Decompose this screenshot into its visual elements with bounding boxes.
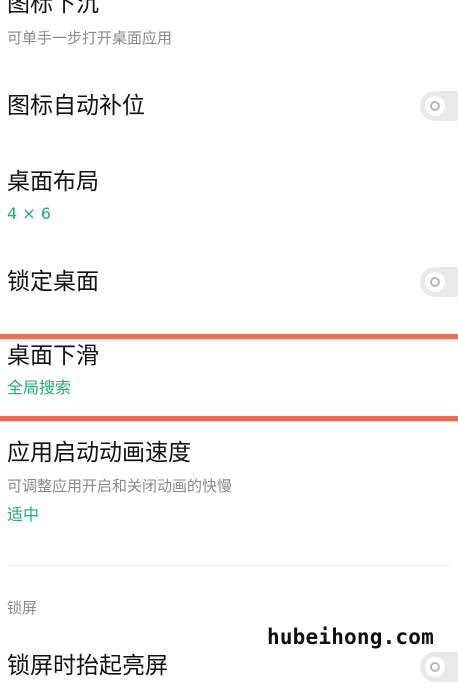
toggle-knob-icon <box>425 96 445 116</box>
setting-icon-sink[interactable]: 图标下沉 可单手一步打开桌面应用 <box>0 0 458 62</box>
setting-icon-auto-fill-toggle[interactable] <box>420 91 458 121</box>
setting-raise-to-wake-toggle[interactable] <box>420 652 458 682</box>
setting-lock-desktop-toggle[interactable] <box>420 267 458 297</box>
setting-raise-to-wake-title: 锁屏时抬起亮屏 <box>7 653 168 679</box>
setting-desktop-swipe-down-title: 桌面下滑 <box>7 343 99 369</box>
setting-desktop-layout[interactable]: 桌面布局 4 × 6 <box>0 160 458 230</box>
setting-desktop-layout-value: 4 × 6 <box>7 204 51 223</box>
highlight-top-line <box>0 334 458 339</box>
setting-lock-desktop[interactable]: 锁定桌面 <box>0 258 458 310</box>
section-divider <box>7 565 451 566</box>
setting-icon-sink-title: 图标下沉 <box>7 0 99 17</box>
toggle-knob-icon <box>425 272 445 292</box>
setting-lock-desktop-title: 锁定桌面 <box>7 269 99 295</box>
setting-desktop-layout-title: 桌面布局 <box>7 169 99 195</box>
watermark-text: hubeihong.com <box>267 625 434 649</box>
toggle-knob-icon <box>425 657 445 677</box>
highlight-bottom-line <box>0 416 458 421</box>
setting-desktop-swipe-down-value: 全局搜索 <box>7 378 72 397</box>
setting-raise-to-wake[interactable]: 锁屏时抬起亮屏 <box>0 648 458 688</box>
setting-icon-sink-subtitle: 可单手一步打开桌面应用 <box>7 29 173 47</box>
setting-icon-auto-fill-title: 图标自动补位 <box>7 93 145 119</box>
setting-app-launch-animation-speed-value: 适中 <box>7 505 40 524</box>
section-header-lockscreen: 锁屏 <box>7 599 38 617</box>
setting-app-launch-animation-speed-title: 应用启动动画速度 <box>7 440 191 466</box>
setting-icon-auto-fill[interactable]: 图标自动补位 <box>0 82 458 134</box>
setting-app-launch-animation-speed-subtitle: 可调整应用开启和关闭动画的快慢 <box>7 477 233 495</box>
setting-desktop-swipe-down[interactable]: 桌面下滑 全局搜索 <box>0 340 458 416</box>
setting-app-launch-animation-speed[interactable]: 应用启动动画速度 可调整应用开启和关闭动画的快慢 适中 <box>0 436 458 536</box>
